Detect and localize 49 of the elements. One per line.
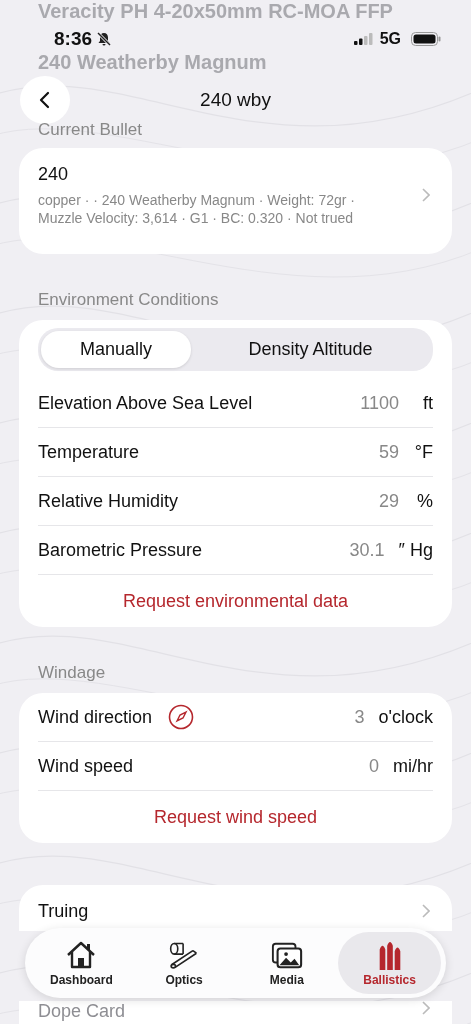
tab-item[interactable]: Media: [235, 932, 339, 994]
chevron-icon: [422, 904, 430, 918]
value-field[interactable]: 59: [378, 441, 399, 463]
compass-icon[interactable]: [168, 704, 195, 730]
chevron-icon: [422, 188, 430, 202]
unit-label: ft: [422, 392, 433, 414]
value-field[interactable]: 1100: [360, 392, 399, 414]
bullet-card[interactable]: 240 copper · · 240 Weatherby Magnum · Weight: 72gr · Muzzle Velocity: 3,614 · G1 · BC: 0.320 · Not trued: [19, 148, 452, 254]
unit-label: o'clock: [378, 706, 433, 728]
back-button[interactable]: [20, 76, 70, 124]
chevron-icon: [422, 1001, 430, 1015]
network-label: 5G: [379, 30, 401, 48]
scrolled-subtitle: 240 Weatherby Magnum: [38, 50, 268, 74]
row-label: Wind speed: [38, 755, 134, 777]
request-wind-link[interactable]: Request wind speed: [38, 791, 433, 843]
segment-tab[interactable]: Density Altitude: [191, 331, 430, 368]
value-field[interactable]: 29: [378, 490, 399, 512]
row-label: Relative Humidity: [38, 490, 179, 512]
section-heading: Windage: [38, 663, 107, 683]
tab-item[interactable]: Optics: [132, 932, 236, 994]
clock-time: 8:36: [54, 28, 93, 50]
unit-label: mi/hr: [393, 755, 433, 777]
bullet-name: 240: [38, 163, 70, 185]
signal-icon: [353, 33, 374, 45]
scrolled-title: Veracity PH 4-20x50mm RC-MOA FFP: [38, 0, 394, 22]
row-label: Barometric Pressure: [38, 539, 203, 561]
value-field[interactable]: 3: [354, 706, 365, 728]
row-label: Wind direction: [38, 706, 153, 728]
bullet-details: Muzzle Velocity: 3,614 · G1 · BC: 0.320 · Not trued: [38, 208, 355, 227]
menu-label: Dope Card: [38, 1001, 126, 1022]
menu-row[interactable]: Truing: [19, 885, 452, 931]
section-heading: Current Bullet: [38, 120, 143, 140]
tab-item[interactable]: Dashboard: [30, 932, 133, 994]
section-heading: Environment Conditions: [38, 290, 220, 310]
request-data-link[interactable]: Request environmental data: [38, 575, 433, 627]
unit-label: %: [416, 490, 433, 512]
bullet-details: copper · · 240 Weatherby Magnum · Weight: 72gr ·: [38, 190, 356, 209]
unit-label: °F: [413, 441, 433, 463]
segment-tab[interactable]: Manually: [41, 331, 191, 368]
row-label: Elevation Above Sea Level: [38, 392, 253, 414]
menu-row[interactable]: Dope Card: [19, 1001, 452, 1024]
value-field[interactable]: 30.1: [349, 539, 385, 561]
tab-item[interactable]: Ballistics: [338, 932, 441, 994]
menu-label: Truing: [38, 900, 89, 922]
unit-label: ″ Hg: [398, 539, 433, 561]
page-title: 240 wby: [200, 89, 271, 111]
row-label: Temperature: [38, 441, 140, 463]
value-field[interactable]: 0: [369, 755, 379, 777]
battery-icon: [411, 32, 441, 46]
